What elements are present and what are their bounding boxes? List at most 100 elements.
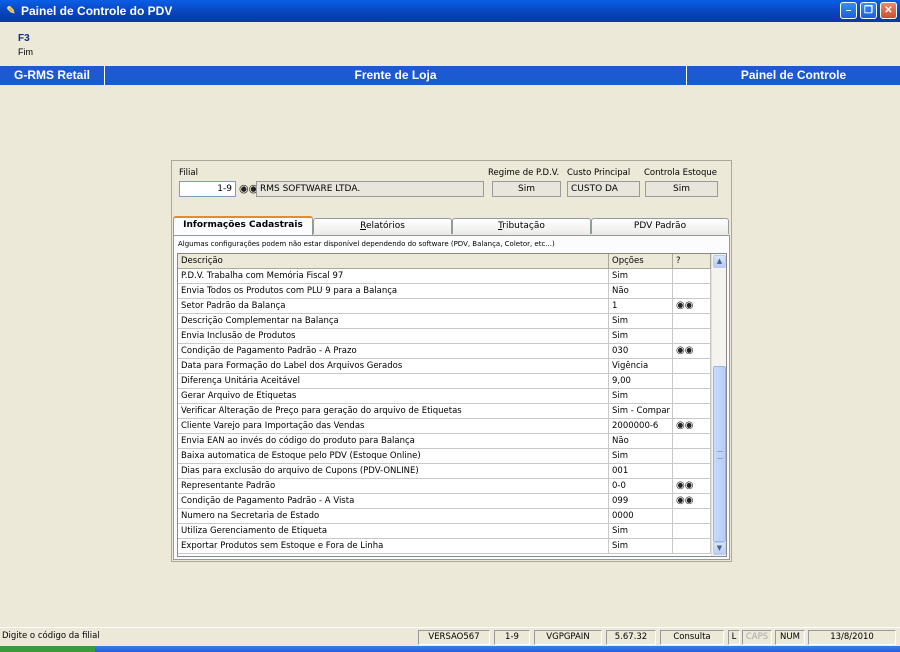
- table-row[interactable]: Data para Formação do Label dos Arquivos…: [178, 359, 711, 374]
- table-row[interactable]: Gerar Arquivo de Etiquetas Sim: [178, 389, 711, 404]
- status-mode: Consulta: [660, 630, 724, 645]
- row-lookup-cell: [673, 404, 711, 419]
- table-row[interactable]: Descrição Complementar na Balança Sim: [178, 314, 711, 329]
- row-lookup-cell[interactable]: ◉◉: [673, 299, 711, 314]
- vertical-scrollbar[interactable]: ▲ ▼: [711, 254, 726, 556]
- table-row[interactable]: Representante Padrão 0-0 ◉◉: [178, 479, 711, 494]
- close-button[interactable]: ✕: [880, 2, 897, 19]
- row-option-value[interactable]: Sim: [609, 524, 673, 539]
- title-bar: ✎ Painel de Controle do PDV – ❐ ✕: [0, 0, 900, 22]
- row-description: Verificar Alteração de Preço para geraçã…: [178, 404, 609, 419]
- binoculars-icon[interactable]: ◉◉: [676, 420, 693, 431]
- row-option-value[interactable]: 1: [609, 299, 673, 314]
- binoculars-icon[interactable]: ◉◉: [676, 300, 693, 311]
- availability-note: Algumas configurações podem não estar di…: [178, 240, 555, 248]
- regime-field: Sim: [492, 181, 561, 197]
- row-option-value[interactable]: 0-0: [609, 479, 673, 494]
- row-lookup-cell[interactable]: ◉◉: [673, 479, 711, 494]
- row-option-value[interactable]: Sim: [609, 314, 673, 329]
- row-description: Cliente Varejo para Importação das Venda…: [178, 419, 609, 434]
- table-row[interactable]: Baixa automatica de Estoque pelo PDV (Es…: [178, 449, 711, 464]
- scrollbar-thumb[interactable]: [713, 366, 726, 542]
- table-row[interactable]: Dias para exclusão do arquivo de Cupons …: [178, 464, 711, 479]
- row-lookup-cell: [673, 284, 711, 299]
- column-header-descricao[interactable]: Descrição: [178, 254, 609, 269]
- row-description: Utiliza Gerenciamento de Etiqueta: [178, 524, 609, 539]
- table-row[interactable]: Verificar Alteração de Preço para geraçã…: [178, 404, 711, 419]
- estoque-label: Controla Estoque: [644, 168, 717, 178]
- column-header-lookup[interactable]: ?: [673, 254, 711, 269]
- row-description: Envia EAN ao invés do código do produto …: [178, 434, 609, 449]
- banner-product: G-RMS Retail: [0, 66, 105, 85]
- tab-informacoes-cadastrais[interactable]: Informações Cadastrais: [173, 216, 313, 236]
- row-option-value[interactable]: Sim: [609, 449, 673, 464]
- row-description: Condição de Pagamento Padrão - A Vista: [178, 494, 609, 509]
- binoculars-icon[interactable]: ◉◉: [676, 495, 693, 506]
- row-option-value[interactable]: Vigência: [609, 359, 673, 374]
- row-option-value[interactable]: Sim: [609, 389, 673, 404]
- table-row[interactable]: P.D.V. Trabalha com Memória Fiscal 97 Sim: [178, 269, 711, 284]
- row-description: Baixa automatica de Estoque pelo PDV (Es…: [178, 449, 609, 464]
- table-row[interactable]: Setor Padrão da Balança 1 ◉◉: [178, 299, 711, 314]
- row-description: Data para Formação do Label dos Arquivos…: [178, 359, 609, 374]
- function-key-legend: F3 Fim: [18, 33, 33, 57]
- row-option-value[interactable]: 0000: [609, 509, 673, 524]
- regime-label: Regime de P.D.V.: [488, 168, 560, 178]
- minimize-button[interactable]: –: [840, 2, 857, 19]
- filial-label: Filial: [179, 168, 198, 178]
- table-row[interactable]: Numero na Secretaria de Estado 0000: [178, 509, 711, 524]
- status-build: 5.67.32: [606, 630, 656, 645]
- row-option-value[interactable]: Não: [609, 434, 673, 449]
- binoculars-icon[interactable]: ◉◉: [676, 345, 693, 356]
- row-lookup-cell[interactable]: ◉◉: [673, 344, 711, 359]
- table-row[interactable]: Envia Inclusão de Produtos Sim: [178, 329, 711, 344]
- row-option-value[interactable]: 2000000-6: [609, 419, 673, 434]
- row-option-value[interactable]: 001: [609, 464, 673, 479]
- row-description: Descrição Complementar na Balança: [178, 314, 609, 329]
- start-button[interactable]: [0, 646, 95, 652]
- table-row[interactable]: Exportar Produtos sem Estoque e Fora de …: [178, 539, 711, 554]
- row-lookup-cell: [673, 359, 711, 374]
- row-option-value[interactable]: 9,00: [609, 374, 673, 389]
- tab-relatorios[interactable]: Relatórios: [313, 218, 452, 234]
- table-row[interactable]: Envia Todos os Produtos com PLU 9 para a…: [178, 284, 711, 299]
- window-title: Painel de Controle do PDV: [21, 4, 173, 18]
- row-option-value[interactable]: Sim: [609, 539, 673, 554]
- tab-pdv-padrao[interactable]: PDV Padrão: [591, 218, 729, 234]
- tab-tributacao[interactable]: Tributação: [452, 218, 591, 234]
- row-option-value[interactable]: Sim: [609, 269, 673, 284]
- taskbar: [0, 646, 900, 652]
- row-description: Representante Padrão: [178, 479, 609, 494]
- maximize-button[interactable]: ❐: [860, 2, 877, 19]
- filial-input[interactable]: 1-9: [179, 181, 236, 197]
- table-row[interactable]: Envia EAN ao invés do código do produto …: [178, 434, 711, 449]
- row-lookup-cell: [673, 374, 711, 389]
- row-description: Numero na Secretaria de Estado: [178, 509, 609, 524]
- row-option-value[interactable]: 030: [609, 344, 673, 359]
- fkey-f3[interactable]: F3: [18, 33, 33, 44]
- scroll-up-button[interactable]: ▲: [713, 255, 726, 268]
- row-lookup-cell[interactable]: ◉◉: [673, 419, 711, 434]
- scroll-down-button[interactable]: ▼: [713, 542, 726, 555]
- row-option-value[interactable]: Sim: [609, 329, 673, 344]
- row-description: Diferença Unitária Aceitável: [178, 374, 609, 389]
- custo-label: Custo Principal: [567, 168, 631, 178]
- banner-screen: Painel de Controle: [740, 68, 847, 82]
- row-lookup-cell: [673, 449, 711, 464]
- binoculars-icon[interactable]: ◉◉: [676, 480, 693, 491]
- row-option-value[interactable]: Sim - Compar: [609, 404, 673, 419]
- table-row[interactable]: Utiliza Gerenciamento de Etiqueta Sim: [178, 524, 711, 539]
- table-row[interactable]: Cliente Varejo para Importação das Venda…: [178, 419, 711, 434]
- estoque-field: Sim: [645, 181, 718, 197]
- row-description: Dias para exclusão do arquivo de Cupons …: [178, 464, 609, 479]
- row-option-value[interactable]: 099: [609, 494, 673, 509]
- table-row[interactable]: Diferença Unitária Aceitável 9,00: [178, 374, 711, 389]
- row-lookup-cell[interactable]: ◉◉: [673, 494, 711, 509]
- table-row[interactable]: Condição de Pagamento Padrão - A Vista 09…: [178, 494, 711, 509]
- row-lookup-cell: [673, 314, 711, 329]
- column-header-opcoes[interactable]: Opções: [609, 254, 673, 269]
- table-row[interactable]: Condição de Pagamento Padrão - A Prazo 03…: [178, 344, 711, 359]
- row-option-value[interactable]: Não: [609, 284, 673, 299]
- status-filial: 1-9: [494, 630, 530, 645]
- status-l: L: [728, 630, 740, 645]
